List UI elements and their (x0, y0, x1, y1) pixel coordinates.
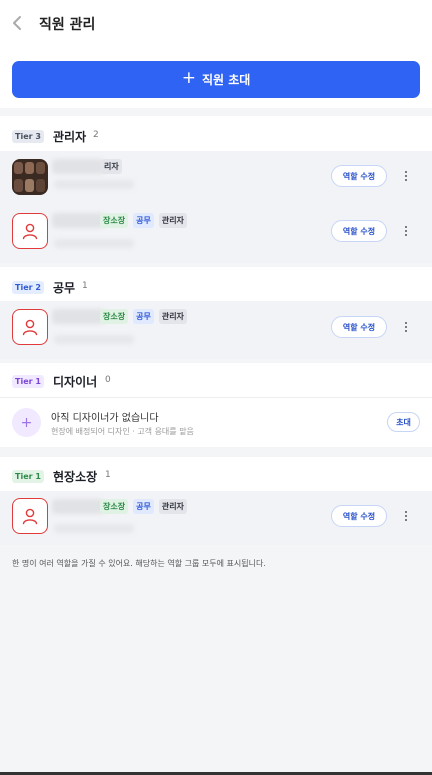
staff-name-redacted (52, 499, 104, 514)
staff-contact-redacted (54, 180, 134, 189)
staff-row: 장소장 공무 관리자 역할 수정 (0, 491, 432, 545)
staff-name-redacted (52, 213, 104, 228)
role-badges: 리자 (101, 159, 122, 174)
plus-icon: + (181, 68, 196, 88)
section-count: 2 (93, 130, 99, 140)
role-badge-engineer: 공무 (133, 309, 154, 324)
page-title: 직원 관리 (39, 17, 96, 33)
invite-staff-label: 직원 초대 (201, 73, 251, 87)
person-icon (22, 319, 38, 336)
edit-role-button[interactable]: 역할 수정 (331, 316, 387, 338)
role-badges: 장소장 공무 관리자 (100, 499, 187, 514)
role-badge-engineer: 공무 (133, 213, 154, 228)
staff-row: 리자 역할 수정 (0, 151, 432, 205)
empty-state-designer: + 아직 디자이너가 없습니다 현장에 배정되어 디자인 · 고객 응대를 맡음… (0, 397, 432, 447)
more-options-icon[interactable] (400, 167, 412, 185)
more-options-icon[interactable] (400, 318, 412, 336)
tier-badge: Tier 3 (12, 130, 44, 143)
section-title: 현장소장 (53, 470, 98, 484)
role-badge-admin: 관리자 (158, 213, 187, 228)
invite-designer-button[interactable]: 초대 (387, 412, 420, 432)
section-count: 1 (82, 281, 88, 291)
avatar (12, 498, 48, 534)
staff-contact-redacted (54, 239, 134, 248)
add-designer-icon: + (12, 408, 41, 437)
section-title: 디자이너 (53, 375, 98, 389)
invite-staff-button[interactable]: + 직원 초대 (12, 61, 420, 98)
role-badge-admin: 관리자 (158, 309, 187, 324)
avatar (12, 213, 48, 249)
staff-contact-redacted (54, 524, 134, 533)
role-badge-engineer: 공무 (133, 499, 154, 514)
section-header-engineer: Tier 2 공무 1 (0, 267, 432, 304)
empty-title: 아직 디자이너가 없습니다 (51, 413, 159, 424)
tier-badge: Tier 1 (12, 375, 44, 388)
more-options-icon[interactable] (400, 507, 412, 525)
section-header-admin: Tier 3 관리자 2 (0, 116, 432, 153)
app-header: 직원 관리 (0, 0, 432, 46)
edit-role-button[interactable]: 역할 수정 (331, 505, 387, 527)
invite-area: + 직원 초대 (0, 46, 432, 108)
tier-badge: Tier 2 (12, 281, 44, 294)
person-icon (22, 223, 38, 240)
avatar (12, 159, 48, 195)
section-title: 관리자 (53, 130, 87, 144)
role-badge-site-manager: 장소장 (100, 213, 129, 228)
section-count: 1 (105, 470, 111, 480)
section-count: 0 (105, 375, 111, 385)
role-badges: 장소장 공무 관리자 (100, 309, 187, 324)
role-badge-site-manager: 장소장 (100, 499, 129, 514)
role-badges: 장소장 공무 관리자 (100, 213, 187, 228)
section-header-designer: Tier 1 디자이너 0 (0, 363, 432, 397)
staff-row: 장소장 공무 관리자 역할 수정 (0, 205, 432, 263)
edit-role-button[interactable]: 역할 수정 (331, 165, 387, 187)
back-icon[interactable] (10, 14, 26, 32)
tier-badge: Tier 1 (12, 470, 44, 483)
section-header-site-manager: Tier 1 현장소장 1 (0, 457, 432, 494)
role-badge-site-manager: 장소장 (100, 309, 129, 324)
staff-contact-redacted (54, 335, 134, 344)
person-icon (22, 508, 38, 525)
role-badge-admin: 리자 (101, 159, 122, 174)
footer-note: 한 명이 여러 역할을 가질 수 있어요. 해당하는 역할 그룹 모두에 표시됩… (12, 559, 266, 568)
section-title: 공무 (53, 281, 76, 295)
staff-row: 장소장 공무 관리자 역할 수정 (0, 301, 432, 359)
empty-description: 현장에 배정되어 디자인 · 고객 응대를 맡음 (51, 427, 194, 436)
avatar (12, 309, 48, 345)
role-badge-admin: 관리자 (158, 499, 187, 514)
staff-name-redacted (52, 309, 104, 324)
staff-name-redacted (52, 159, 104, 174)
more-options-icon[interactable] (400, 222, 412, 240)
edit-role-button[interactable]: 역할 수정 (331, 220, 387, 242)
